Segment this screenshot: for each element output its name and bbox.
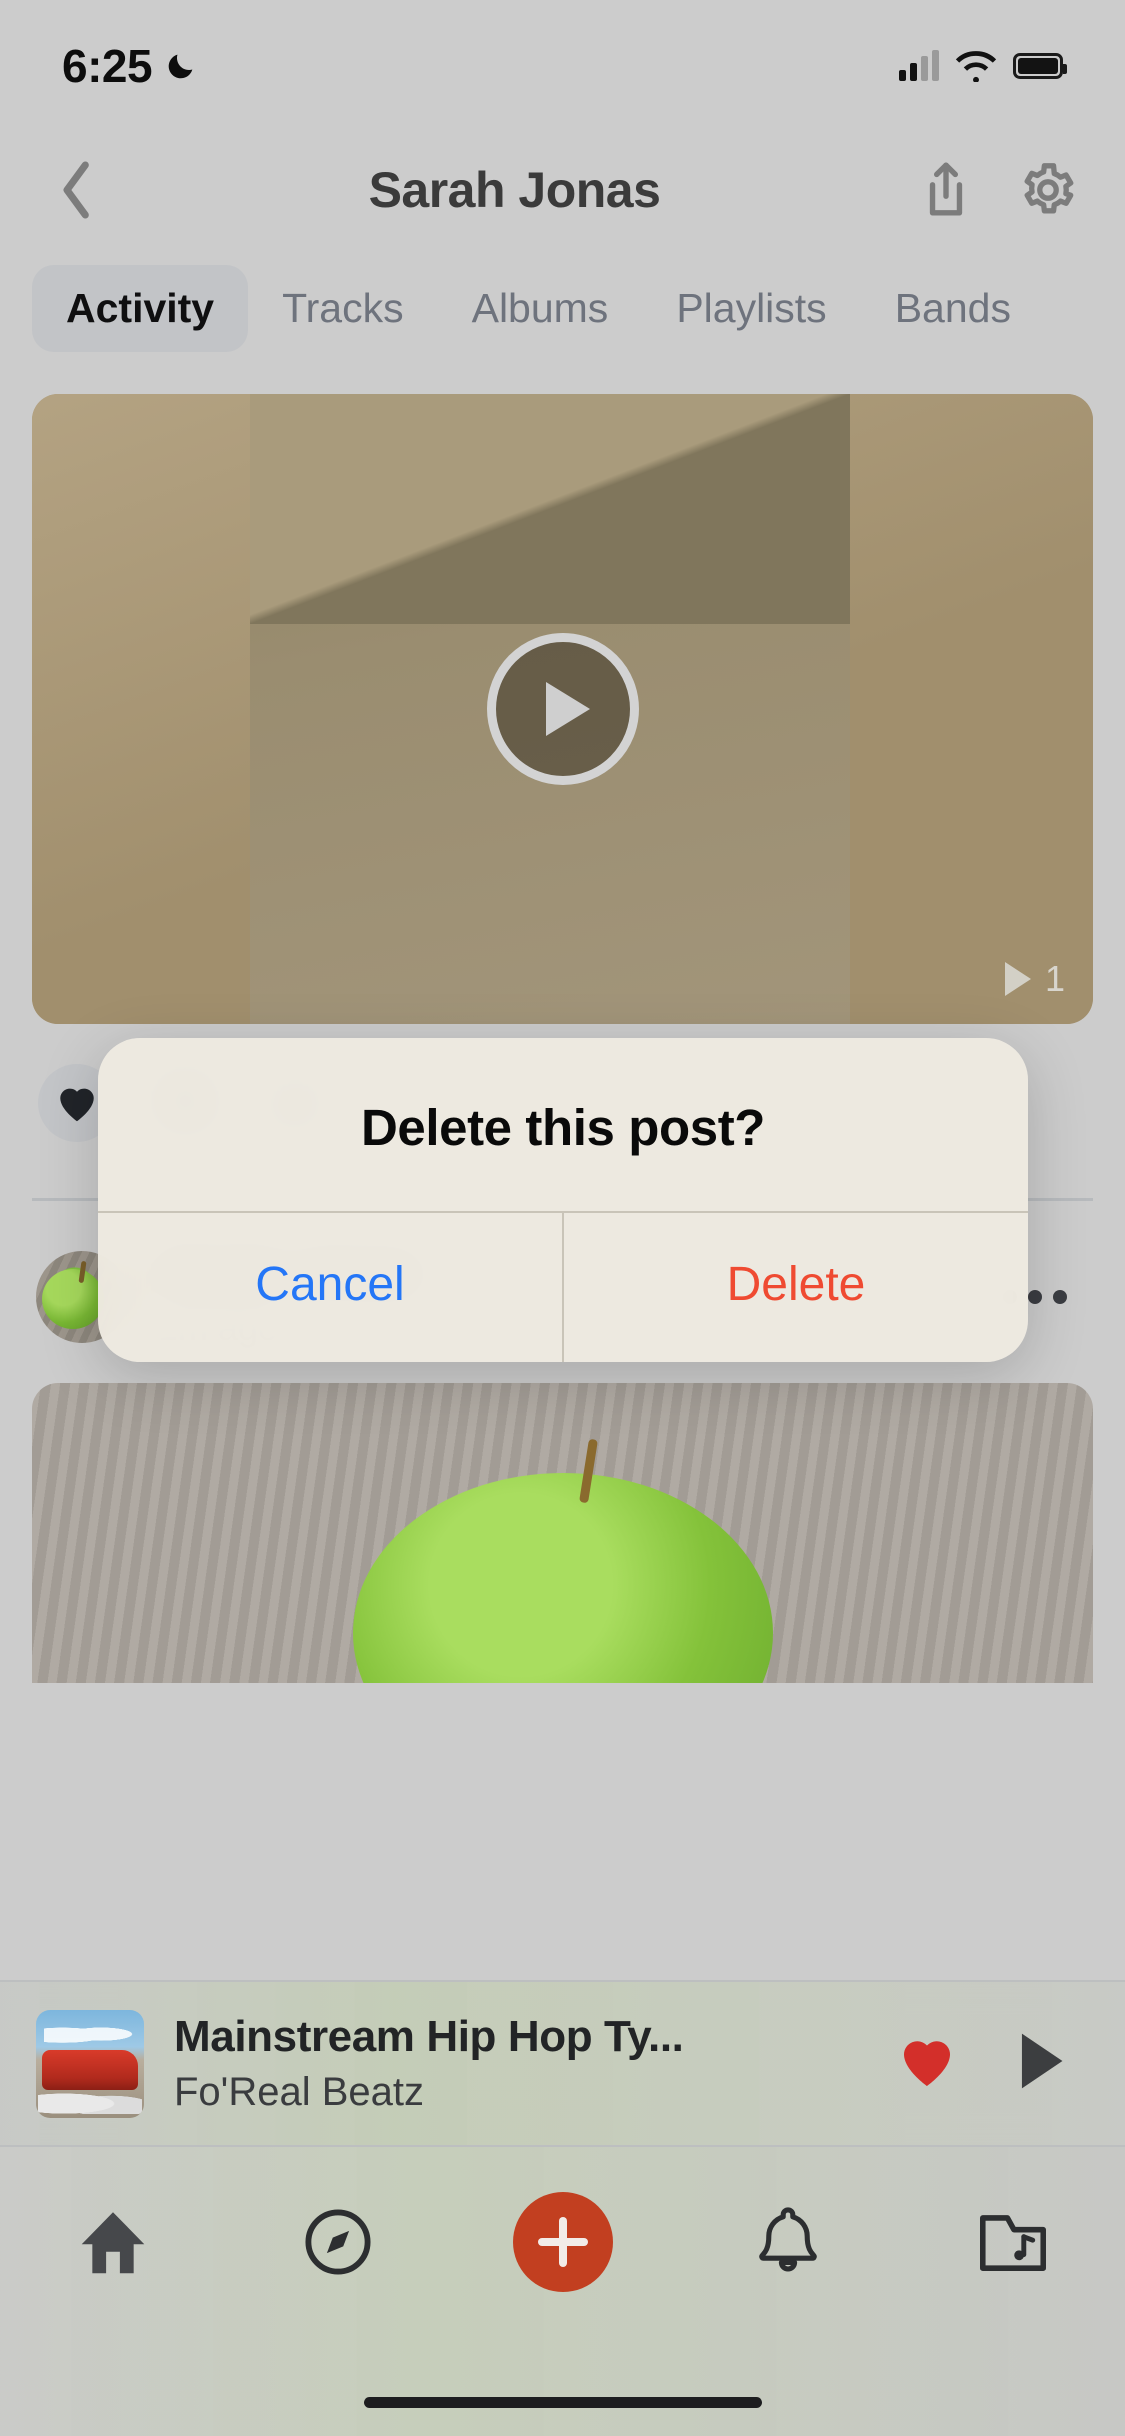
mini-player-text: Mainstream Hip Hop Ty... Fo'Real Beatz bbox=[174, 2012, 897, 2115]
mini-player-play-button[interactable] bbox=[1013, 2030, 1069, 2097]
track-artist: Fo'Real Beatz bbox=[174, 2070, 424, 2114]
nav-header: Sarah Jonas bbox=[0, 132, 1125, 247]
tab-albums[interactable]: Albums bbox=[438, 265, 643, 352]
play-count-badge: 1 bbox=[1004, 958, 1065, 1000]
home-indicator bbox=[363, 2397, 762, 2408]
nav-home[interactable] bbox=[0, 2187, 225, 2297]
post-image-thumbnail[interactable] bbox=[32, 1383, 1093, 1683]
mini-player[interactable]: Mainstream Hip Hop Ty... Fo'Real Beatz bbox=[0, 1980, 1125, 2147]
chevron-left-icon bbox=[63, 161, 89, 218]
post-video-thumbnail[interactable]: 1 bbox=[32, 394, 1093, 1024]
gear-icon bbox=[1024, 162, 1074, 213]
play-circle-icon[interactable] bbox=[486, 633, 639, 785]
alert-buttons: Cancel Delete bbox=[98, 1211, 1028, 1362]
alert-body: Delete this post? bbox=[98, 1038, 1028, 1211]
share-upload-icon bbox=[929, 161, 963, 215]
back-button[interactable] bbox=[42, 155, 112, 225]
music-folder-icon bbox=[979, 2215, 1046, 2271]
bottom-nav bbox=[0, 2147, 1125, 2436]
crescent-moon-icon bbox=[168, 54, 193, 79]
status-bar: 6:25 bbox=[0, 0, 1125, 132]
delete-button[interactable]: Delete bbox=[564, 1213, 1028, 1362]
page-title: Sarah Jonas bbox=[368, 161, 661, 218]
mini-player-like-button[interactable] bbox=[897, 2033, 957, 2094]
heart-icon bbox=[60, 1088, 94, 1122]
create-fab[interactable] bbox=[512, 2192, 613, 2292]
home-icon bbox=[81, 2212, 144, 2274]
avatar-apple-shape bbox=[42, 1269, 104, 1329]
play-triangle-icon bbox=[1021, 2033, 1063, 2089]
nav-library[interactable] bbox=[900, 2187, 1125, 2297]
mini-player-controls bbox=[897, 2030, 1089, 2097]
battery-full-icon bbox=[1013, 53, 1067, 79]
cellular-bars-icon bbox=[899, 50, 939, 81]
nav-explore[interactable] bbox=[225, 2187, 450, 2297]
bell-icon bbox=[758, 2207, 817, 2272]
nav-notifications[interactable] bbox=[675, 2187, 900, 2297]
track-title: Mainstream Hip Hop Ty... bbox=[174, 2012, 684, 2061]
heart-filled-icon bbox=[904, 2041, 950, 2086]
status-bar-left: 6:25 bbox=[62, 39, 198, 93]
tab-tracks[interactable]: Tracks bbox=[248, 265, 437, 352]
nav-actions bbox=[917, 161, 1083, 219]
album-art-car bbox=[42, 2049, 138, 2090]
tab-activity[interactable]: Activity bbox=[32, 264, 249, 352]
post-image-apple bbox=[352, 1473, 773, 1683]
tab-bands[interactable]: Bands bbox=[861, 265, 1045, 352]
share-button[interactable] bbox=[917, 161, 975, 219]
nav-create[interactable] bbox=[450, 2187, 675, 2297]
album-art-clouds bbox=[44, 2021, 136, 2044]
compass-icon bbox=[304, 2209, 371, 2275]
album-art-red-car[interactable] bbox=[36, 2009, 144, 2118]
plus-icon bbox=[512, 2192, 613, 2292]
settings-button[interactable] bbox=[1019, 161, 1077, 219]
profile-tabs: Activity Tracks Albums Playlists Bands bbox=[0, 258, 1125, 358]
play-triangle-icon bbox=[1004, 962, 1031, 996]
play-triangle-shape bbox=[545, 682, 590, 736]
cancel-button[interactable]: Cancel bbox=[98, 1213, 564, 1362]
alert-title: Delete this post? bbox=[360, 1099, 766, 1156]
plus-vertical bbox=[558, 2217, 567, 2267]
video-still-diagonal bbox=[250, 394, 850, 624]
play-count-value: 1 bbox=[1044, 958, 1065, 999]
ellipsis-dot bbox=[1028, 1290, 1042, 1304]
ellipsis-dot bbox=[1053, 1290, 1067, 1304]
status-time: 6:25 bbox=[62, 40, 153, 92]
delete-post-alert: Delete this post? Cancel Delete bbox=[98, 1038, 1028, 1362]
tab-playlists[interactable]: Playlists bbox=[642, 265, 860, 352]
album-art-smoke bbox=[38, 2087, 142, 2114]
status-bar-right bbox=[899, 50, 1067, 82]
wifi-icon bbox=[955, 51, 997, 82]
